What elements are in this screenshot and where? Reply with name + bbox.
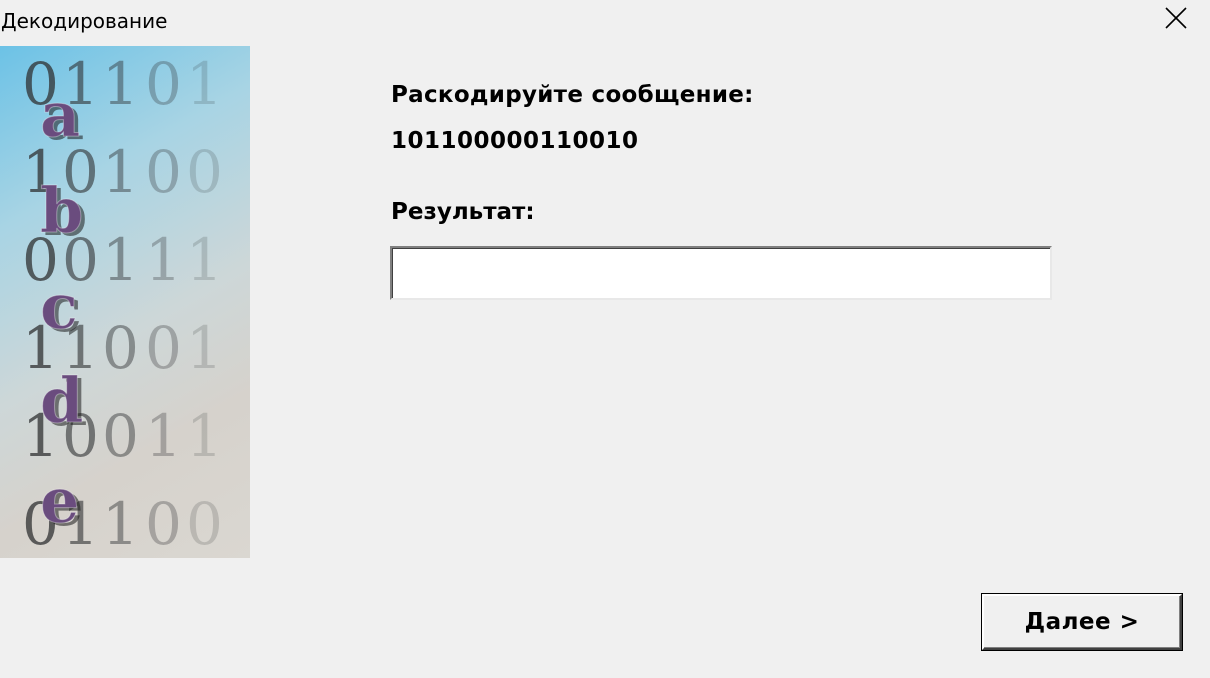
decode-prompt-label: Раскодируйте сообщение: [391,82,754,108]
banner-letter-a: a [40,78,80,151]
decoding-dialog: Декодирование 01101101000011111001100110… [0,0,1210,678]
window-title: Декодирование [1,9,168,33]
close-icon [1164,6,1188,34]
banner-digit: 0 [145,138,182,206]
banner-letter-e: e [40,464,79,537]
banner-digit: 1 [102,226,139,294]
banner-digit: 1 [145,402,182,470]
close-button[interactable] [1158,4,1194,36]
result-label: Результат: [391,199,535,225]
banner-digit: 1 [145,226,182,294]
banner-digit: 1 [186,50,223,118]
decorative-banner-image: 011011010000111110011001101100aabbccddee [0,46,250,558]
banner-digit: 0 [186,138,223,206]
banner-digit: 1 [102,50,139,118]
banner-digit: 1 [186,314,223,382]
banner-digit: 1 [102,490,139,558]
banner-letter-c: c [40,270,78,343]
banner-letter-d: d [40,364,83,437]
banner-digit: 0 [102,314,139,382]
banner-digit: 0 [145,314,182,382]
banner-letter-b: b [40,174,83,247]
banner-digit: 1 [102,138,139,206]
banner-digit: 1 [186,402,223,470]
banner-digit: 0 [102,402,139,470]
banner-artwork: 0 1 1 0 11 0 1 0 00 0 1 1 11 1 0 0 11 0 0 1 10 1 1 0 0aabbccddee [22,50,223,558]
result-input[interactable] [390,246,1052,300]
encoded-message: 101100000110010 [391,128,639,154]
banner-digit: 0 [145,50,182,118]
banner-digit: 0 [145,490,182,558]
banner-digit: 1 [186,226,223,294]
title-bar: Декодирование [0,0,1210,44]
next-button[interactable]: Далее > [982,594,1182,650]
banner-digit: 0 [186,490,223,558]
